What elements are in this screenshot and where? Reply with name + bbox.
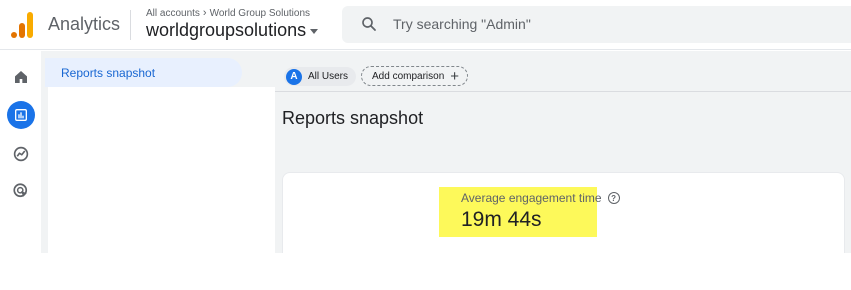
segment-label: All Users <box>308 71 349 82</box>
breadcrumb[interactable]: All accounts › World Group Solutions <box>146 7 310 19</box>
explore-icon <box>13 146 29 162</box>
property-name: worldgroupsolutions <box>146 20 307 40</box>
page-title: Reports snapshot <box>282 108 424 128</box>
add-comparison-button[interactable]: Add comparison + <box>361 66 469 86</box>
breadcrumb-root[interactable]: All accounts <box>146 8 200 19</box>
left-nav-rail <box>0 51 41 253</box>
add-comparison-label: Add comparison <box>372 70 445 82</box>
plus-icon: + <box>450 67 460 85</box>
bottom-blank-area <box>6 253 851 290</box>
metric-label-row: Average engagement time ? <box>461 191 620 205</box>
search-input[interactable]: Try searching "Admin" <box>393 16 531 32</box>
rail-advertising-button[interactable] <box>7 177 35 205</box>
subnav-item-label: Reports snapshot <box>61 66 156 80</box>
rail-explore-button[interactable] <box>7 140 35 168</box>
chevron-right-icon: › <box>202 7 207 19</box>
analytics-logo-icon[interactable] <box>11 12 34 38</box>
segment-chip-all-users[interactable]: A All Users <box>284 67 357 86</box>
rail-reports-button[interactable] <box>7 101 35 129</box>
comparison-bar: A All Users Add comparison + <box>275 60 851 92</box>
subnav-panel <box>48 87 275 253</box>
search-icon <box>362 17 376 31</box>
search-bar[interactable]: Try searching "Admin" <box>342 6 851 43</box>
segment-badge: A <box>286 68 302 85</box>
caret-down-icon <box>310 29 319 34</box>
breadcrumb-account[interactable]: World Group Solutions <box>210 8 310 19</box>
app-name: Analytics <box>48 14 121 34</box>
metric-value: 19m 44s <box>461 208 542 231</box>
bar-chart-icon <box>15 109 27 121</box>
rail-home-button[interactable] <box>7 63 35 91</box>
property-selector[interactable]: worldgroupsolutions <box>146 20 319 41</box>
top-app-bar: Analytics All accounts › World Group Sol… <box>0 0 851 50</box>
help-icon[interactable]: ? <box>607 192 620 204</box>
subnav-item-reports-snapshot[interactable]: Reports snapshot <box>45 58 242 87</box>
target-icon <box>13 183 28 198</box>
metric-label: Average engagement time <box>461 191 602 205</box>
header-divider <box>130 10 131 40</box>
home-icon <box>15 71 27 83</box>
